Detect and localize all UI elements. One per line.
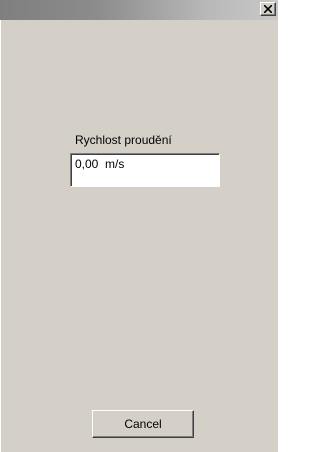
close-icon — [264, 5, 272, 13]
cancel-button[interactable]: Cancel — [92, 410, 194, 438]
flow-speed-label: Rychlost proudění — [75, 133, 172, 147]
title-bar[interactable] — [0, 0, 278, 20]
dialog-body — [0, 20, 278, 452]
dialog-window: Rychlost proudění 0,00 m/s Cancel — [0, 0, 278, 452]
flow-speed-field[interactable]: 0,00 m/s — [70, 153, 220, 187]
close-button[interactable] — [260, 2, 276, 16]
